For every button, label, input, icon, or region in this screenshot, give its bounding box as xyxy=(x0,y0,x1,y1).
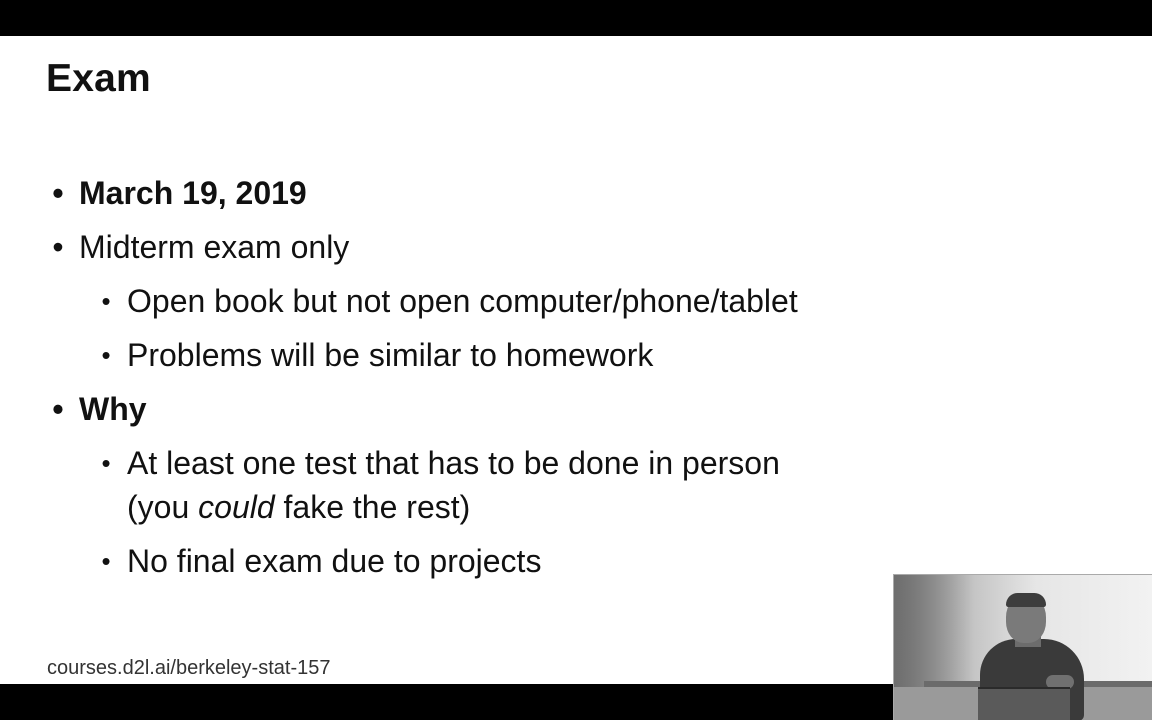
bullet-text: At least one test that has to be done in… xyxy=(127,441,780,529)
sub-bullet-in-person: • At least one test that has to be done … xyxy=(0,441,1000,529)
bullet-text: Midterm exam only xyxy=(79,229,350,265)
course-url: courses.d2l.ai/berkeley-stat-157 xyxy=(47,657,331,679)
presenter-webcam xyxy=(893,574,1152,720)
bullet-dot-icon: • xyxy=(52,391,64,427)
bullet-text: No final exam due to projects xyxy=(127,543,542,579)
bullet-text: Problems will be similar to homework xyxy=(127,337,654,373)
bullet-dot-icon: • xyxy=(101,286,111,316)
line-2-prefix: (you xyxy=(127,489,199,525)
bullet-dot-icon: • xyxy=(101,448,111,478)
bullet-line-1: At least one test that has to be done in… xyxy=(127,445,780,481)
bullet-dot-icon: • xyxy=(52,175,64,211)
bullet-line-2: (you could fake the rest) xyxy=(127,489,470,525)
line-2-suffix: fake the rest) xyxy=(274,489,471,525)
bullet-dot-icon: • xyxy=(101,546,111,576)
video-frame: Exam • March 19, 2019 • Midterm exam onl… xyxy=(0,0,1152,720)
line-2-emphasis: could xyxy=(198,489,275,525)
bullet-text: Open book but not open computer/phone/ta… xyxy=(127,283,798,319)
laptop-icon xyxy=(978,687,1070,720)
bullet-dot-icon: • xyxy=(52,229,64,265)
bullet-text: Why xyxy=(79,391,147,427)
bullet-text: March 19, 2019 xyxy=(79,175,307,211)
bullet-dot-icon: • xyxy=(101,340,111,370)
